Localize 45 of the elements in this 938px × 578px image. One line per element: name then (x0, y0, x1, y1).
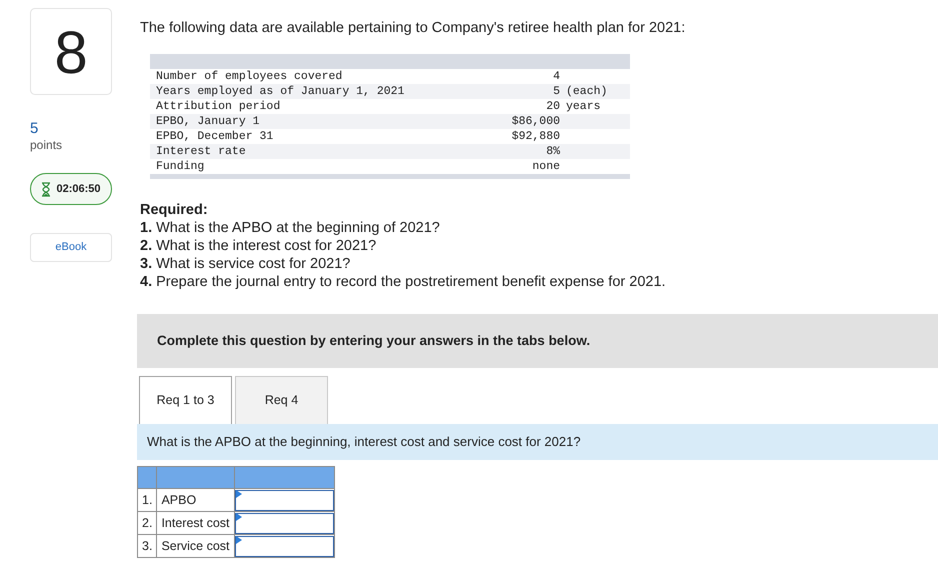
ebook-button[interactable]: eBook (30, 233, 112, 262)
points-value: 5 (30, 121, 40, 137)
table-cell: (each) (566, 85, 608, 98)
row-label: Interest cost (156, 512, 234, 534)
table-cell: Attribution period (150, 99, 480, 114)
tab[interactable]: Req 1 to 3 (139, 376, 232, 424)
table-cell: years (566, 100, 601, 113)
row-number: 3. (138, 534, 157, 558)
table-cell: Years employed as of January 1, 2021 (150, 84, 480, 99)
timer-text: 02:06:50 (56, 182, 101, 197)
requirement-text: 1. What is the APBO at the beginning of 2021? (140, 219, 441, 237)
requirement-text: 4. Prepare the journal entry to record the postretirement benefit expense for 2021. (140, 273, 667, 291)
required-heading: Required: (140, 201, 209, 219)
table-cell: 4 (480, 62, 560, 84)
table-cell: Number of employees covered (150, 62, 480, 84)
intro-text: The following data are available pertaining to Company's retiree health plan for 2021: (140, 19, 686, 38)
table-cell: EPBO, January 1 (150, 114, 480, 129)
row-label: APBO (156, 488, 234, 512)
question-number: 8 (30, 8, 112, 95)
hourglass-icon (41, 182, 52, 196)
tab[interactable]: Req 4 (235, 376, 328, 424)
table-cell: Funding (150, 159, 480, 176)
table-cell: none (480, 159, 560, 176)
answer-field[interactable] (234, 536, 334, 556)
table-cell: Interest rate (150, 144, 480, 159)
row-label: Service cost (156, 534, 234, 558)
instruction-text: Complete this question by entering your answers in the tabs below. (137, 314, 938, 368)
flag-icon (236, 536, 242, 544)
header-cell (138, 466, 157, 488)
requirement-text: 2. What is the interest cost for 2021? (140, 237, 378, 255)
answer-field[interactable] (234, 490, 334, 510)
table-cell: 5 (480, 84, 560, 99)
points-label: points (30, 137, 64, 153)
row-number: 1. (138, 488, 157, 512)
row-number: 2. (138, 512, 157, 534)
table-cell: $86,000 (480, 114, 560, 129)
table-cell: EPBO, December 31 (150, 129, 480, 144)
table-cell: $92,880 (480, 129, 560, 144)
flag-icon (236, 490, 242, 498)
table-cell: 20 (480, 99, 560, 114)
table-cell: 8% (480, 144, 560, 159)
question-text: What is the APBO at the beginning, interest cost and service cost for 2021? (137, 424, 938, 460)
answer-field[interactable] (234, 512, 334, 534)
flag-icon (236, 513, 242, 521)
requirement-text: 3. What is service cost for 2021? (140, 255, 352, 273)
